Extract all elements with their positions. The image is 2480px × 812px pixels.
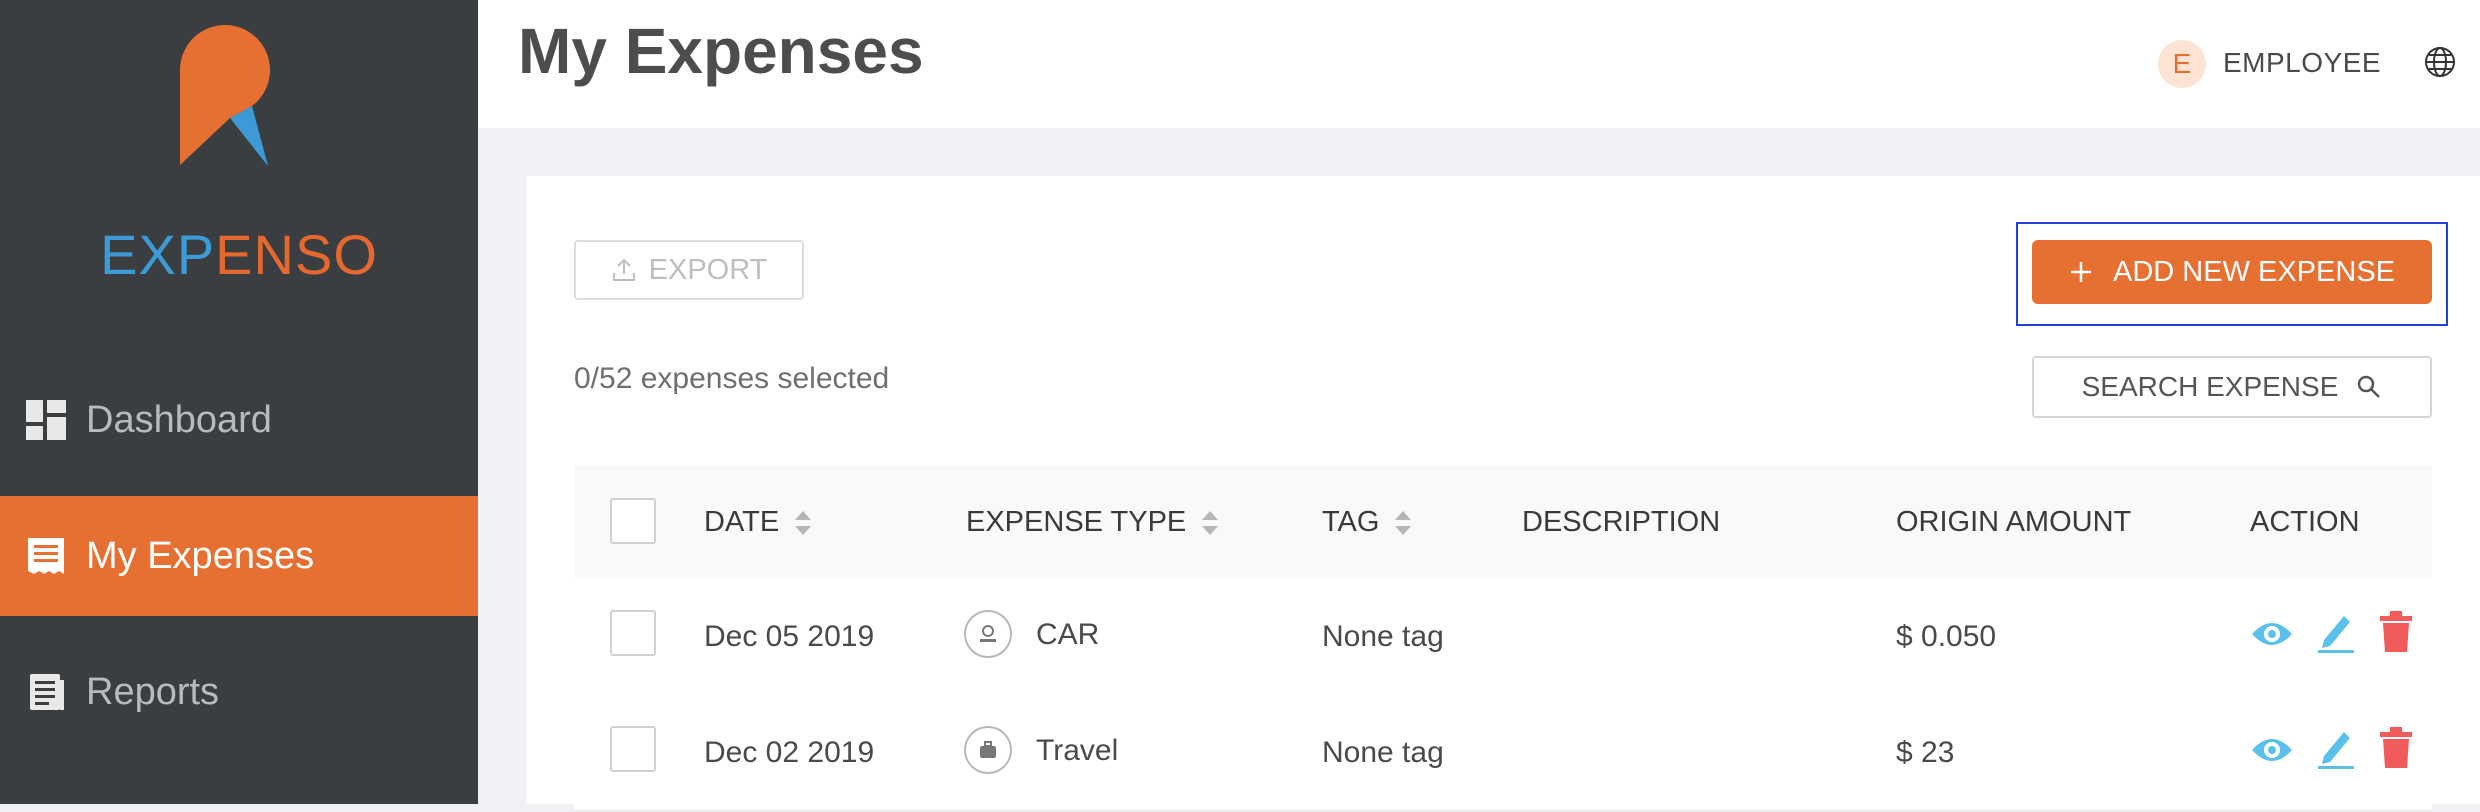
column-expense-type-label: EXPENSE TYPE xyxy=(966,506,1187,538)
edit-icon[interactable] xyxy=(2314,726,2358,770)
upload-icon xyxy=(612,258,635,281)
sidebar-item-label: Reports xyxy=(86,670,220,713)
column-origin-amount-label: ORIGIN AMOUNT xyxy=(1896,506,2132,538)
column-action: ACTION xyxy=(2250,506,2360,539)
edit-icon[interactable] xyxy=(2314,610,2358,654)
sort-icon[interactable] xyxy=(1395,510,1412,535)
add-new-expense-button[interactable]: ADD NEW EXPENSE xyxy=(2032,240,2432,304)
receipt-icon xyxy=(26,536,66,576)
search-expense-label: SEARCH EXPENSE xyxy=(2081,371,2339,402)
avatar[interactable]: E xyxy=(2158,40,2206,88)
add-new-expense-label: ADD NEW EXPENSE xyxy=(2113,255,2395,288)
export-label: EXPORT xyxy=(648,253,768,286)
globe-icon[interactable] xyxy=(2424,46,2456,78)
car-icon xyxy=(964,610,1012,658)
table-row[interactable]: Dec 05 2019 CAR None tag $ 0.050 xyxy=(574,578,2432,696)
row-amount: $ 23 xyxy=(1896,736,1955,769)
search-expense-button[interactable]: SEARCH EXPENSE xyxy=(2032,356,2432,418)
view-icon[interactable] xyxy=(2250,612,2294,656)
table-row[interactable]: Dec 02 2019 Travel None tag $ 23 xyxy=(574,694,2432,812)
row-checkbox[interactable] xyxy=(610,610,656,656)
column-description-label: DESCRIPTION xyxy=(1522,506,1721,538)
page-title: My Expenses xyxy=(518,15,924,87)
brand-name-part2: ENSO xyxy=(215,223,378,286)
export-button[interactable]: EXPORT xyxy=(574,240,804,300)
expenses-card: EXPORT ADD NEW EXPENSE 0/52 expenses sel… xyxy=(526,176,2480,812)
user-role[interactable]: EMPLOYEE xyxy=(2223,47,2381,79)
delete-icon[interactable] xyxy=(2374,726,2418,770)
header: My Expenses E EMPLOYEE xyxy=(478,0,2480,128)
row-date: Dec 05 2019 xyxy=(704,620,875,653)
row-checkbox[interactable] xyxy=(610,726,656,772)
view-icon[interactable] xyxy=(2250,728,2294,772)
sidebar-item-label: Dashboard xyxy=(86,398,272,441)
column-origin-amount: ORIGIN AMOUNT xyxy=(1896,506,2131,539)
column-date[interactable]: DATE xyxy=(704,506,812,539)
column-description: DESCRIPTION xyxy=(1522,506,1720,539)
table-header: DATE EXPENSE TYPE TAG DESCRIPTION ORIGIN… xyxy=(574,466,2432,580)
row-date: Dec 02 2019 xyxy=(704,736,875,769)
sidebar-item-dashboard[interactable]: Dashboard xyxy=(0,360,478,480)
search-icon xyxy=(2358,375,2381,398)
row-expense-type: CAR xyxy=(1036,618,1100,651)
column-expense-type[interactable]: EXPENSE TYPE xyxy=(966,506,1219,539)
sort-icon[interactable] xyxy=(1202,510,1219,535)
sidebar-item-label: My Expenses xyxy=(86,534,315,577)
expenso-logo-icon xyxy=(180,25,270,166)
column-action-label: ACTION xyxy=(2250,506,2360,538)
select-all-checkbox[interactable] xyxy=(610,498,656,544)
report-icon xyxy=(26,672,66,712)
dashboard-icon xyxy=(26,400,66,440)
column-tag[interactable]: TAG xyxy=(1322,506,1412,539)
row-amount: $ 0.050 xyxy=(1896,620,1997,653)
luggage-icon xyxy=(964,726,1012,774)
plus-icon xyxy=(2071,262,2091,282)
sort-icon[interactable] xyxy=(795,510,812,535)
row-tag: None tag xyxy=(1322,620,1444,653)
brand-name: EXPENSO xyxy=(0,222,478,287)
sidebar: EXPENSO Dashboard My Expenses Reports xyxy=(0,0,478,804)
brand-name-part1: EXP xyxy=(100,223,216,286)
sidebar-item-reports[interactable]: Reports xyxy=(0,632,478,752)
delete-icon[interactable] xyxy=(2374,610,2418,654)
sidebar-item-my-expenses[interactable]: My Expenses xyxy=(0,496,478,616)
row-expense-type: Travel xyxy=(1036,734,1119,767)
selection-count: 0/52 expenses selected xyxy=(574,362,890,395)
column-tag-label: TAG xyxy=(1322,506,1380,538)
column-date-label: DATE xyxy=(704,506,780,538)
row-tag: None tag xyxy=(1322,736,1444,769)
